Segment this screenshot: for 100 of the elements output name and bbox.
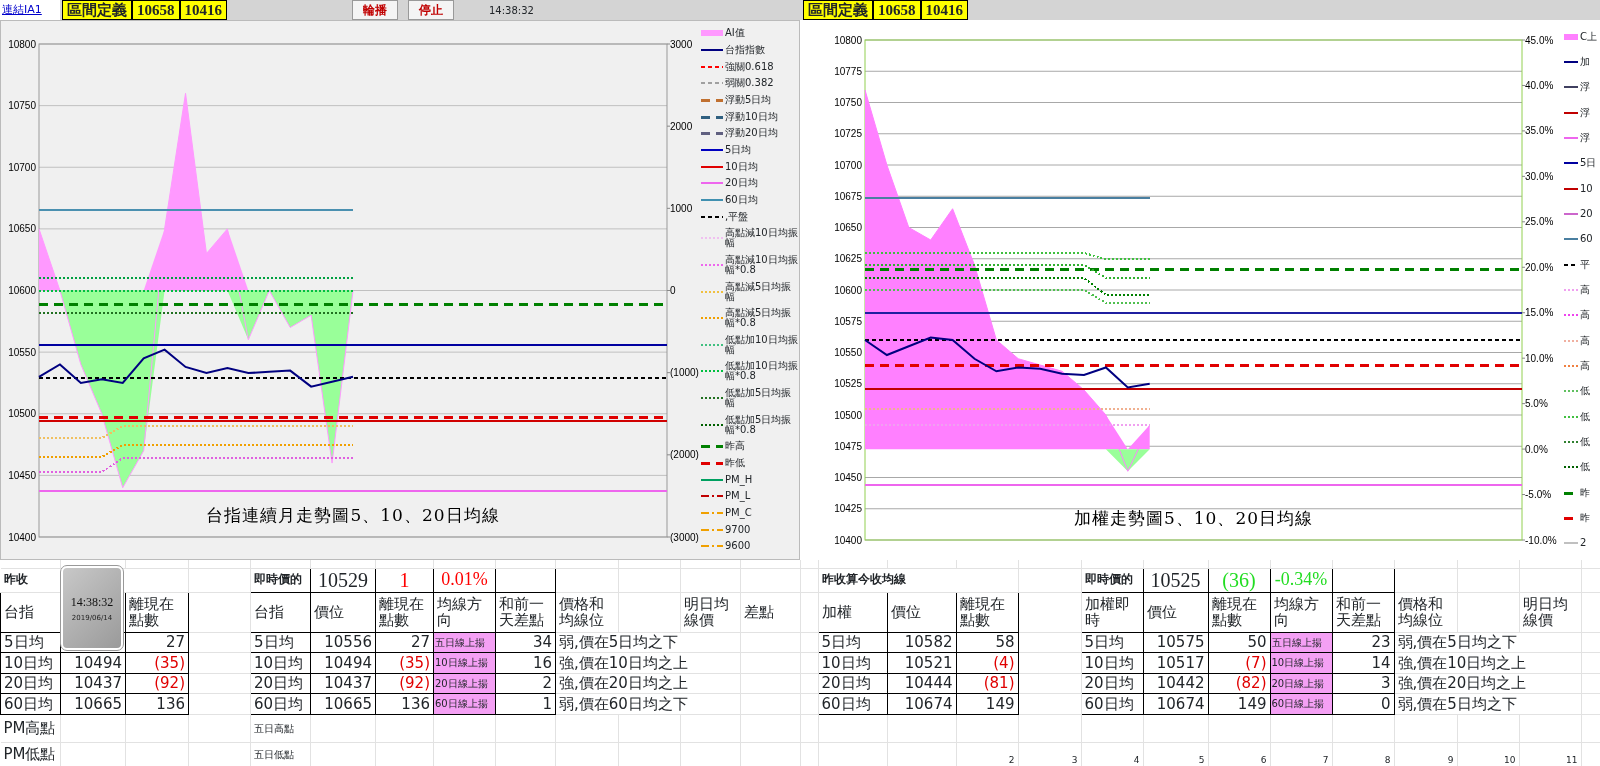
legend-label: 10日均 <box>725 161 758 172</box>
legend-label: 昨低 <box>725 458 745 469</box>
row-label: 10日均 <box>818 652 887 673</box>
table-cell: 10437 <box>60 673 126 694</box>
axis-label: 10400 <box>8 531 36 543</box>
secondary-axis-label: (2000) <box>670 449 699 461</box>
table-cell: 10665 <box>60 693 126 714</box>
legend-label: 低點加10日均振幅*0.8 <box>725 361 799 382</box>
legend-label: 平 <box>1580 259 1590 270</box>
clock-time: 14:38:32 <box>488 4 534 18</box>
column-number: 5 <box>1143 742 1208 766</box>
column-header: 明日均線價 <box>1519 592 1581 632</box>
row-label: 5日均 <box>818 632 887 653</box>
table-cell: 10674 <box>1143 693 1208 714</box>
table-cell: 10582 <box>887 632 956 653</box>
secondary-axis-label: 30.0% <box>1525 170 1554 182</box>
legend-label: PM_H <box>725 474 753 485</box>
live-price: 10525 <box>1143 568 1208 592</box>
column-number: 7 <box>1270 742 1332 766</box>
column-number: 8 <box>1332 742 1394 766</box>
column-number: 11 <box>1519 742 1581 766</box>
table-cell: 10674 <box>887 693 956 714</box>
column-number: 2 <box>956 742 1018 766</box>
table-cell: 弱,價在5日均之下 <box>555 632 741 653</box>
legend-label: 加 <box>1580 57 1590 67</box>
table-cell: 五日低點 <box>250 742 311 766</box>
axis-label: 10800 <box>834 34 862 46</box>
secondary-axis-label: 3000 <box>670 38 693 50</box>
axis-label: 10700 <box>8 161 36 173</box>
legend-label: 高點減5日均振幅*0.8 <box>725 308 793 329</box>
column-header: 加權 <box>818 592 887 632</box>
table-cell: 10442 <box>1143 673 1208 694</box>
chart-title: 加權走勢圖5、10、20日均線 <box>1073 508 1314 528</box>
table-cell: 27 <box>375 632 434 653</box>
secondary-axis-label: (3000) <box>670 531 699 543</box>
table-cell: 強,價在10日均之上 <box>1394 652 1581 673</box>
row-label: 5日均 <box>1081 632 1143 653</box>
secondary-axis-label: 40.0% <box>1525 79 1554 91</box>
column-header: 和前一天差點 <box>1332 592 1394 632</box>
column-number: 3 <box>1018 742 1081 766</box>
axis-label: 10500 <box>834 409 862 421</box>
column-header: 離現在點數 <box>956 592 1018 632</box>
legend-label: 9600 <box>725 541 751 552</box>
table-cell: 10521 <box>887 652 956 673</box>
stop-button[interactable]: 停止 <box>408 0 454 20</box>
column-header: 離現在點數 <box>125 592 189 632</box>
column-header: 價格和均線位 <box>1394 592 1457 632</box>
legend-label: 10 <box>1580 183 1593 194</box>
legend-label: C上 <box>1580 31 1597 42</box>
legend-label: 2 <box>1580 538 1587 549</box>
secondary-axis-label: 35.0% <box>1525 125 1554 137</box>
column-number: 4 <box>1081 742 1143 766</box>
legend-label: 浮動5日均 <box>725 94 772 105</box>
legend-label: 浮 <box>1580 82 1590 93</box>
table-cell: 弱,價在5日均之下 <box>1394 632 1581 653</box>
table-cell: 10437 <box>310 673 376 694</box>
live-price: 10529 <box>310 568 376 592</box>
axis-label: 10575 <box>834 315 862 327</box>
legend-label: 高 <box>1580 360 1590 371</box>
axis-label: 10800 <box>8 38 36 50</box>
chart-title: 台指連續月走勢圖5、10、20日均線 <box>206 505 500 525</box>
axis-label: 10550 <box>8 346 36 358</box>
axis-label: 10650 <box>834 222 862 233</box>
legend-label: 浮動10日均 <box>725 111 778 122</box>
row-label: 60日均 <box>0 693 61 714</box>
legend-label: 低 <box>1580 386 1590 397</box>
axis-label: 10775 <box>834 65 862 77</box>
legend-label: 高 <box>1580 310 1590 321</box>
axis-label: 10525 <box>834 378 862 390</box>
axis-label: 10500 <box>8 408 36 420</box>
table-cell: 136 <box>125 693 189 714</box>
legend-label: PM_C <box>725 508 752 519</box>
table-cell: 16 <box>495 652 556 673</box>
row-label: 20日均 <box>1081 673 1143 694</box>
column-header: 離現在點數 <box>1208 592 1270 632</box>
column-header: 台指 <box>250 592 311 632</box>
range-value: 10416 <box>920 0 968 20</box>
legend-label: 高點減5日均振幅 <box>725 281 793 302</box>
table-cell: (7) <box>1208 652 1270 673</box>
range-value: 10658 <box>873 0 921 20</box>
secondary-axis-label: 25.0% <box>1525 216 1554 228</box>
link[interactable]: 連結IA1 <box>0 0 60 20</box>
legend-label: 浮 <box>1580 107 1590 118</box>
rotate-button[interactable]: 輪播 <box>352 0 398 20</box>
column-header: 明日均線價 <box>680 592 741 632</box>
legend-label: 5日 <box>1580 158 1597 169</box>
axis-label: 10475 <box>834 440 862 452</box>
column-header: 和前一天差點 <box>495 592 556 632</box>
axis-label: 10725 <box>834 128 862 140</box>
axis-label: 10625 <box>834 253 862 265</box>
range-label: 區間定義 <box>62 0 132 20</box>
table-cell: (35) <box>375 652 434 673</box>
axis-label: 10675 <box>834 190 862 202</box>
axis-label: 10450 <box>834 472 862 483</box>
axis-label: 10425 <box>834 503 862 515</box>
table-cell: 10494 <box>310 652 376 673</box>
table-cell: 10494 <box>60 652 126 673</box>
table-cell: 27 <box>125 632 189 653</box>
table-cell: 強,價在20日均之上 <box>555 673 741 694</box>
table-cell: 149 <box>956 693 1018 714</box>
